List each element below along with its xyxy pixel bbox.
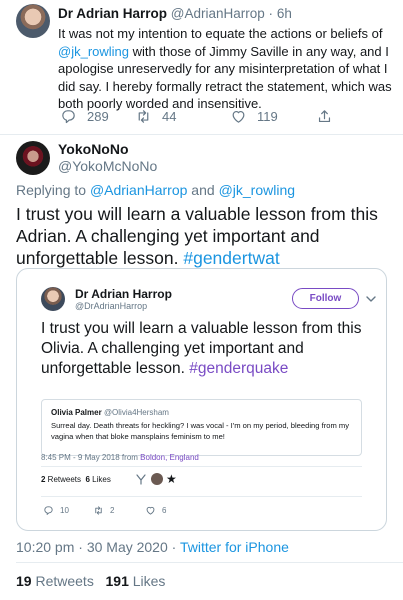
- reply-button[interactable]: 289: [60, 108, 109, 125]
- chevron-down-icon[interactable]: [365, 293, 377, 305]
- star-icon[interactable]: ★: [166, 473, 177, 485]
- retweet-button[interactable]: 44: [135, 108, 176, 125]
- share-button[interactable]: [316, 108, 343, 125]
- replying-label: Replying to: [16, 182, 90, 198]
- quoted-author-handle[interactable]: @DrAdrianHarrop: [75, 301, 147, 311]
- retweet-button[interactable]: 2: [93, 505, 114, 516]
- location-link[interactable]: Boldon, England: [140, 453, 199, 462]
- avatar[interactable]: [41, 287, 65, 311]
- tweet-text: I trust you will learn a valuable lesson…: [16, 203, 396, 269]
- tweet-timestamp[interactable]: 10:20 pm · 30 May 2020 ·: [16, 539, 180, 555]
- quoted-time[interactable]: 8:45 PM - 9 May 2018 from: [41, 453, 140, 462]
- mention-link[interactable]: @jk_rowling: [219, 182, 295, 198]
- embedded-tweet[interactable]: Olivia Palmer @Olivia4Hersham Surreal da…: [41, 399, 362, 456]
- reply-count: 289: [87, 109, 109, 124]
- quoted-meta: 8:45 PM - 9 May 2018 from Boldon, Englan…: [41, 453, 199, 462]
- mention-link[interactable]: @AdrianHarrop: [90, 182, 187, 198]
- engagement-counts: 19 Retweets 191 Likes: [16, 573, 165, 589]
- retweets-label[interactable]: Retweets: [32, 573, 93, 589]
- author-handle[interactable]: @YokoMcNoNo: [58, 158, 157, 174]
- quoted-actions: 10 2 6: [41, 505, 241, 517]
- like-button[interactable]: 119: [230, 108, 278, 125]
- reply-button[interactable]: 10: [43, 505, 69, 516]
- avatar[interactable]: [16, 4, 50, 38]
- hashtag-link[interactable]: #gendertwat: [183, 248, 279, 268]
- tweet-header: Dr Adrian Harrop @AdrianHarrop · 6h: [58, 6, 292, 21]
- retweets-label[interactable]: Retweets: [45, 475, 81, 484]
- retweets-count[interactable]: 19: [16, 573, 32, 589]
- follow-button[interactable]: Follow: [292, 288, 359, 309]
- like-count: 6: [162, 506, 167, 515]
- retweet-icon: [95, 506, 102, 515]
- reply-icon: [44, 506, 53, 515]
- reply-icon: [62, 110, 75, 124]
- divider: [16, 562, 403, 563]
- share-icon: [318, 110, 331, 123]
- divider: [41, 496, 362, 497]
- mention-link[interactable]: @jk_rowling: [58, 44, 129, 59]
- separator: ·: [268, 6, 274, 21]
- heart-icon: [232, 110, 245, 123]
- author-handle[interactable]: @AdrianHarrop: [171, 6, 265, 21]
- embedded-text: Surreal day. Death threats for heckling?…: [51, 421, 350, 441]
- quoted-tweet-card[interactable]: Dr Adrian Harrop @DrAdrianHarrop Follow …: [16, 268, 387, 531]
- replying-to: Replying to @AdrianHarrop and @jk_rowlin…: [16, 182, 295, 198]
- embedded-author-name[interactable]: Olivia Palmer: [51, 408, 102, 417]
- source-link[interactable]: Twitter for iPhone: [180, 539, 289, 555]
- avatar[interactable]: [16, 141, 50, 175]
- tweet-time[interactable]: 6h: [277, 6, 292, 21]
- tweet-text: It was not my intention to equate the ac…: [58, 25, 394, 113]
- likes-count[interactable]: 191: [106, 573, 129, 589]
- heart-icon: [146, 506, 155, 515]
- parent-tweet[interactable]: Dr Adrian Harrop @AdrianHarrop · 6h It w…: [0, 0, 403, 135]
- liker-avatar-icon[interactable]: [135, 473, 147, 485]
- quoted-stats: 2 Retweets 6 Likes: [41, 475, 111, 484]
- author-name[interactable]: YokoNoNo: [58, 141, 129, 157]
- embedded-author-handle[interactable]: @Olivia4Hersham: [104, 408, 169, 417]
- like-button[interactable]: 6: [145, 505, 166, 516]
- replying-and: and: [187, 182, 219, 198]
- embedded-author: Olivia Palmer @Olivia4Hersham: [51, 408, 169, 417]
- quoted-author-name[interactable]: Dr Adrian Harrop: [75, 287, 172, 301]
- reply-count: 10: [60, 506, 69, 515]
- retweet-count: 44: [162, 109, 177, 124]
- tweet-text-part: It was not my intention to equate the ac…: [58, 26, 383, 41]
- retweet-icon: [138, 110, 149, 123]
- author-name[interactable]: Dr Adrian Harrop: [58, 6, 167, 21]
- hashtag-link[interactable]: #genderquake: [189, 360, 288, 377]
- tweet-actions: 289 44 119: [58, 108, 358, 126]
- likes-label[interactable]: Likes: [90, 475, 111, 484]
- tweet-meta: 10:20 pm · 30 May 2020 · Twitter for iPh…: [16, 539, 289, 555]
- divider: [41, 466, 362, 467]
- like-count: 119: [257, 109, 278, 124]
- quoted-tweet-text: I trust you will learn a valuable lesson…: [41, 319, 381, 379]
- likes-label[interactable]: Likes: [129, 573, 166, 589]
- retweet-count: 2: [110, 506, 115, 515]
- likers-row: ★: [135, 473, 177, 485]
- liker-avatar[interactable]: [151, 473, 163, 485]
